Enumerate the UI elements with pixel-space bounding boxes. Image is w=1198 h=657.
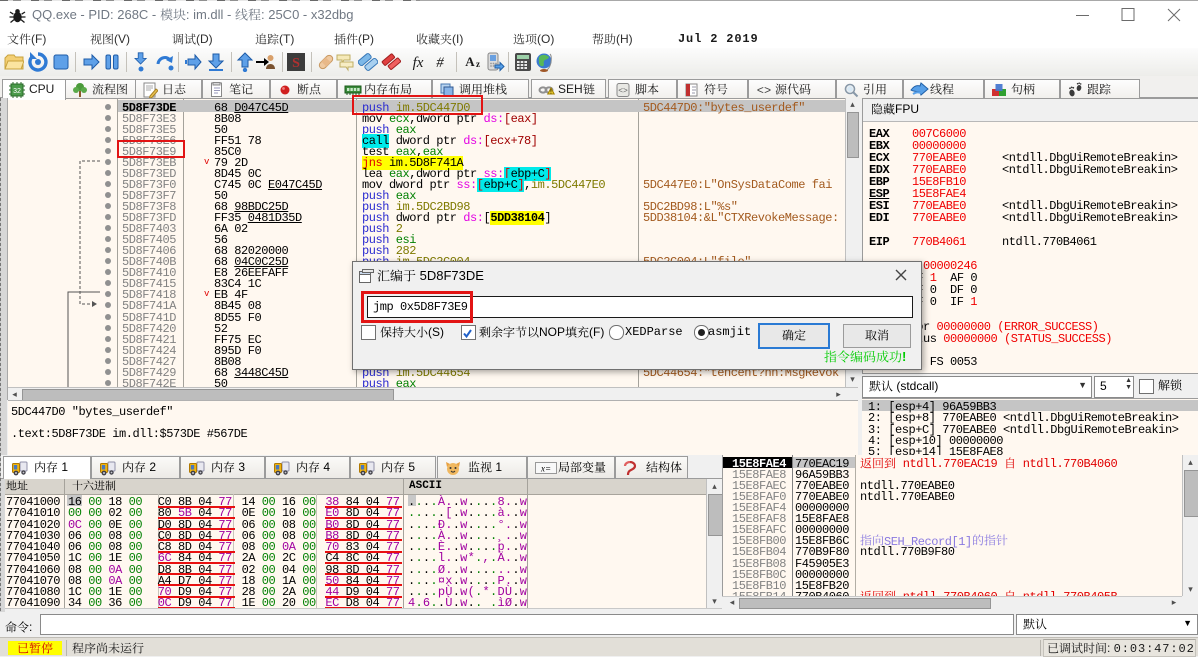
svg-text:<>: <> bbox=[757, 84, 771, 98]
svg-text:32: 32 bbox=[13, 88, 21, 95]
svg-text:#: # bbox=[436, 55, 444, 71]
svg-text:<>: <> bbox=[618, 87, 628, 96]
svg-text:x=: x= bbox=[540, 464, 551, 474]
svg-text:z: z bbox=[476, 59, 480, 69]
svg-text:S: S bbox=[292, 56, 300, 71]
svg-text:fx: fx bbox=[413, 55, 424, 71]
svg-text:A: A bbox=[465, 54, 475, 69]
